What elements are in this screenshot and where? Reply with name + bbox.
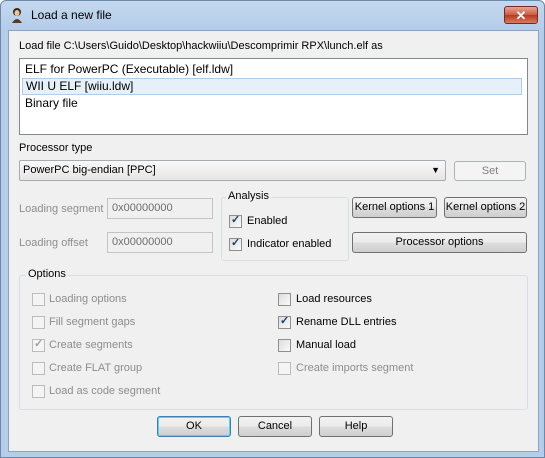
file-type-list[interactable]: ELF for PowerPC (Executable) [elf.ldw] W… bbox=[19, 58, 528, 135]
loading-segment-field[interactable]: 0x00000000 bbox=[107, 198, 213, 219]
processor-options-label: Processor options bbox=[395, 236, 484, 248]
ok-button[interactable]: OK bbox=[157, 416, 231, 437]
loading-offset-label: Loading offset bbox=[19, 237, 88, 249]
fill-segment-gaps-label: Fill segment gaps bbox=[49, 316, 136, 328]
indicator-enabled-checkbox[interactable]: ✓ bbox=[229, 237, 242, 251]
load-resources-label: Load resources bbox=[296, 293, 372, 305]
options-title: Options bbox=[26, 268, 68, 280]
processor-type-label: Processor type bbox=[19, 142, 93, 154]
dialog-window: Load a new file ✕ Load file C:\Users\Gui… bbox=[0, 0, 545, 458]
window-title: Load a new file bbox=[31, 8, 112, 22]
loading-options-checkbox[interactable] bbox=[32, 293, 45, 306]
create-flat-group-checkbox[interactable] bbox=[32, 362, 45, 375]
ok-label: OK bbox=[186, 420, 202, 432]
checkmark-icon: ✓ bbox=[231, 237, 241, 249]
set-button-label: Set bbox=[481, 165, 499, 177]
dialog-client: Load file C:\Users\Guido\Desktop\hackwii… bbox=[8, 30, 539, 452]
manual-load-checkbox[interactable] bbox=[278, 339, 291, 352]
create-flat-group-label: Create FLAT group bbox=[49, 362, 143, 374]
kernel-options-2-button[interactable]: Kernel options 2 bbox=[444, 197, 527, 218]
kernel-options-1-label: Kernel options 1 bbox=[354, 201, 435, 213]
analysis-enabled-label: Enabled bbox=[247, 215, 288, 227]
options-group: Options Loading options Fill segment gap… bbox=[19, 268, 528, 410]
rename-dll-entries-checkbox[interactable]: ✓ bbox=[278, 315, 291, 329]
close-icon: ✕ bbox=[515, 8, 527, 23]
rename-dll-entries-label: Rename DLL entries bbox=[296, 316, 397, 328]
chevron-down-icon: ▼ bbox=[431, 165, 440, 175]
cancel-label: Cancel bbox=[257, 420, 293, 432]
fill-segment-gaps-checkbox[interactable] bbox=[32, 316, 45, 329]
loading-segment-label: Loading segment bbox=[19, 203, 104, 215]
processor-type-select[interactable]: PowerPC big-endian [PPC] ▼ bbox=[19, 160, 446, 181]
load-as-code-segment-checkbox[interactable] bbox=[32, 385, 45, 398]
list-item[interactable]: ELF for PowerPC (Executable) [elf.ldw] bbox=[22, 61, 522, 78]
checkmark-icon: ✓ bbox=[280, 315, 290, 327]
set-button[interactable]: Set bbox=[454, 161, 526, 181]
load-file-label: Load file C:\Users\Guido\Desktop\hackwii… bbox=[19, 40, 383, 52]
analysis-group: Analysis ✓ Enabled ✓ Indicator enabled bbox=[221, 190, 349, 261]
kernel-options-2-label: Kernel options 2 bbox=[445, 201, 526, 213]
ida-app-icon bbox=[12, 8, 22, 23]
manual-load-label: Manual load bbox=[296, 339, 356, 351]
cancel-button[interactable]: Cancel bbox=[238, 416, 312, 437]
checkmark-icon: ✓ bbox=[231, 214, 241, 226]
loading-offset-field[interactable]: 0x00000000 bbox=[107, 232, 213, 253]
list-item-selected[interactable]: WII U ELF [wiiu.ldw] bbox=[22, 78, 522, 95]
create-imports-segment-label: Create imports segment bbox=[296, 362, 414, 374]
checkmark-icon: ✓ bbox=[34, 338, 44, 350]
list-item[interactable]: Binary file bbox=[22, 95, 522, 112]
loading-options-label: Loading options bbox=[49, 293, 127, 305]
indicator-enabled-label: Indicator enabled bbox=[247, 238, 332, 250]
analysis-title: Analysis bbox=[226, 190, 271, 202]
help-label: Help bbox=[344, 420, 368, 432]
title-bar[interactable]: Load a new file ✕ bbox=[1, 1, 544, 29]
help-button[interactable]: Help bbox=[319, 416, 393, 437]
close-button[interactable]: ✕ bbox=[504, 6, 538, 24]
create-imports-segment-checkbox[interactable] bbox=[278, 362, 291, 375]
processor-type-value: PowerPC big-endian [PPC] bbox=[23, 164, 156, 176]
load-as-code-segment-label: Load as code segment bbox=[49, 385, 161, 397]
processor-options-button[interactable]: Processor options bbox=[352, 232, 527, 253]
kernel-options-1-button[interactable]: Kernel options 1 bbox=[352, 197, 437, 218]
create-segments-checkbox[interactable]: ✓ bbox=[32, 338, 45, 352]
load-resources-checkbox[interactable] bbox=[278, 293, 291, 306]
create-segments-label: Create segments bbox=[49, 339, 133, 351]
analysis-enabled-checkbox[interactable]: ✓ bbox=[229, 214, 242, 228]
